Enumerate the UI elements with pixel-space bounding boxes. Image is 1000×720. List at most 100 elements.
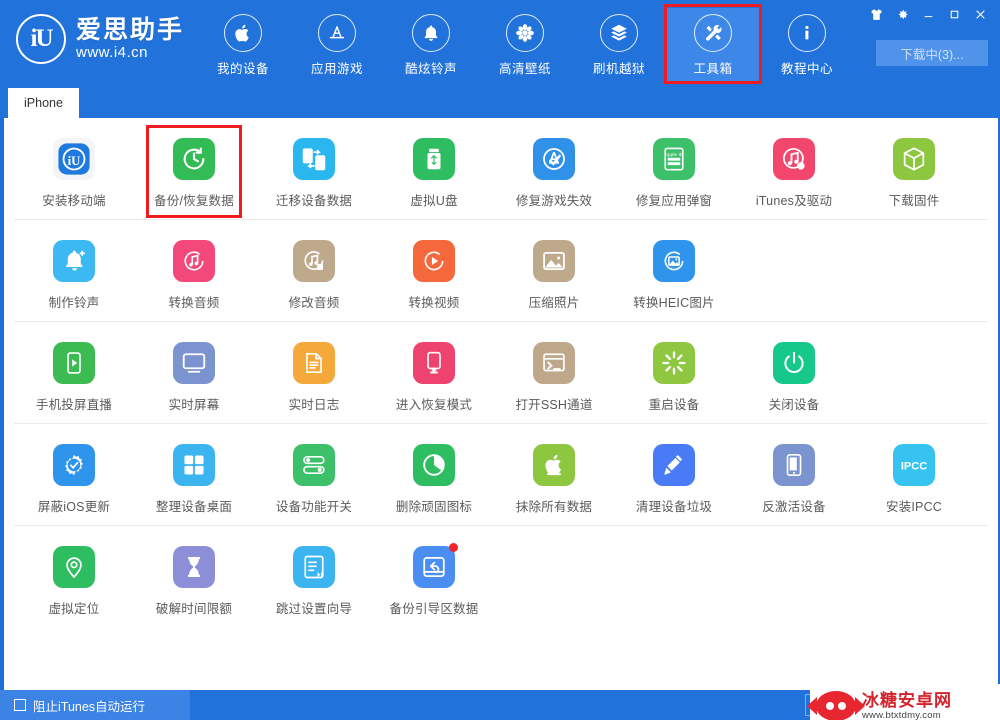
download-status-button[interactable]: 下载中(3)...: [876, 40, 988, 66]
crack-time-limit-icon: [173, 546, 215, 588]
i4-mobile-icon: iU: [53, 138, 95, 180]
ipcc-icon: IPCC: [893, 444, 935, 486]
tool-skip-setup-wizard[interactable]: 跳过设置向导: [254, 542, 374, 617]
nav-item-wallpapers[interactable]: 高清壁纸: [478, 8, 572, 82]
watermark-cn: 冰糖安卓网: [862, 690, 952, 710]
tool-install-ipcc[interactable]: IPCC 安装IPCC: [854, 440, 974, 515]
brand-logo-text: iU: [30, 25, 54, 52]
tool-download-firmware[interactable]: 下载固件: [854, 134, 974, 209]
tool-label: 整理设备桌面: [155, 500, 233, 514]
block-ios-update-icon: [53, 444, 95, 486]
tool-crack-time-limit[interactable]: 破解时间限额: [134, 542, 254, 617]
appleid-popup-icon: Apple ID: [653, 138, 695, 180]
tool-label: 跳过设置向导: [275, 602, 353, 616]
convert-audio-icon: [173, 240, 215, 282]
tool-label: 压缩照片: [528, 296, 580, 310]
nav-item-flash-jailbreak[interactable]: 刷机越狱: [572, 8, 666, 82]
skin-icon[interactable]: [864, 4, 888, 24]
tool-label: 删除顽固图标: [395, 500, 473, 514]
realtime-log-icon: [293, 342, 335, 384]
tool-deactivate-device[interactable]: 反激活设备: [734, 440, 854, 515]
tool-backup-boot-data[interactable]: 备份引导区数据: [374, 542, 494, 617]
nav-item-ringtones[interactable]: 酷炫铃声: [384, 8, 478, 82]
svg-text:IPCC: IPCC: [901, 460, 927, 472]
info-icon: [788, 14, 826, 52]
maximize-icon[interactable]: [942, 4, 966, 24]
tool-realtime-log[interactable]: 实时日志: [254, 338, 374, 413]
tools-icon: [694, 14, 732, 52]
checkbox-box[interactable]: [14, 699, 26, 711]
edit-audio-icon: [293, 240, 335, 282]
nav-item-tutorial-center[interactable]: 教程中心: [760, 8, 854, 82]
clean-junk-icon: [653, 444, 695, 486]
power-off-icon: [773, 342, 815, 384]
tool-virtual-udisk[interactable]: 虚拟U盘: [374, 134, 494, 209]
tool-install-mobile[interactable]: iU 安装移动端: [14, 134, 134, 209]
nav-label: 工具箱: [693, 62, 733, 76]
screen-cast-icon: [53, 342, 95, 384]
fix-game-icon: [533, 138, 575, 180]
tool-label: 修改音频: [288, 296, 340, 310]
toolbox-row: 屏蔽iOS更新 整理设备桌面 设备功能开关 删除顽固图标 抹除所有数据 清理设备…: [14, 424, 988, 526]
nav-item-apps-games[interactable]: 应用游戏: [290, 8, 384, 82]
minimize-icon[interactable]: [916, 4, 940, 24]
reboot-device-icon: [653, 342, 695, 384]
tool-label: 转换音频: [168, 296, 220, 310]
tool-backup-restore[interactable]: 备份/恢复数据: [134, 125, 254, 218]
tool-erase-all-data[interactable]: 抹除所有数据: [494, 440, 614, 515]
tool-convert-heic[interactable]: 转换HEIC图片: [614, 236, 734, 311]
appstore-icon: [318, 14, 356, 52]
tool-fix-game[interactable]: 修复游戏失效: [494, 134, 614, 209]
tool-itunes-driver[interactable]: iTunes及驱动: [734, 134, 854, 209]
tool-clean-junk[interactable]: 清理设备垃圾: [614, 440, 734, 515]
skip-setup-icon: [293, 546, 335, 588]
convert-video-icon: [413, 240, 455, 282]
tool-remove-stubborn-icon[interactable]: 删除顽固图标: [374, 440, 494, 515]
nav-item-toolbox[interactable]: 工具箱: [664, 4, 762, 84]
tool-edit-audio[interactable]: 修改音频: [254, 236, 374, 311]
toolbox-grid: iU 安装移动端 备份/恢复数据 迁移设备数据 虚拟U盘 修复游戏失效 Appl…: [4, 118, 998, 627]
brand-name: 爱思助手: [76, 16, 185, 44]
box-icon: [600, 14, 638, 52]
flower-icon: [506, 14, 544, 52]
tool-power-off[interactable]: 关闭设备: [734, 338, 854, 413]
tool-ssh-tunnel[interactable]: 打开SSH通道: [494, 338, 614, 413]
nav-item-my-device[interactable]: 我的设备: [196, 8, 290, 82]
status-bar: 阻止iTunes自动运行 意见反馈 微信公众号 冰糖安卓网 www.btxtdm…: [0, 684, 1000, 720]
tool-realtime-screen[interactable]: 实时屏幕: [134, 338, 254, 413]
tool-screen-cast[interactable]: 手机投屏直播: [14, 338, 134, 413]
feature-toggle-icon: [293, 444, 335, 486]
tool-reboot-device[interactable]: 重启设备: [614, 338, 734, 413]
tool-convert-audio[interactable]: 转换音频: [134, 236, 254, 311]
settings-gear-icon[interactable]: [890, 4, 914, 24]
tab-iphone[interactable]: iPhone: [8, 88, 79, 118]
tool-block-ios-update[interactable]: 屏蔽iOS更新: [14, 440, 134, 515]
block-itunes-checkbox[interactable]: 阻止iTunes自动运行: [0, 690, 190, 720]
tool-label: 转换视频: [408, 296, 460, 310]
tool-virtual-location[interactable]: 虚拟定位: [14, 542, 134, 617]
tool-feature-toggle[interactable]: 设备功能开关: [254, 440, 374, 515]
candy-logo-icon: [807, 691, 865, 720]
tool-label: 实时屏幕: [168, 398, 220, 412]
tool-label: 设备功能开关: [275, 500, 353, 514]
tool-label: 清理设备垃圾: [635, 500, 713, 514]
make-ringtone-icon: [53, 240, 95, 282]
tool-organize-desktop[interactable]: 整理设备桌面: [134, 440, 254, 515]
tool-label: 安装移动端: [42, 194, 106, 208]
realtime-screen-icon: [173, 342, 215, 384]
close-icon[interactable]: [968, 4, 992, 24]
tool-fix-app-popup[interactable]: Apple ID 修复应用弹窗: [614, 134, 734, 209]
window-controls: [864, 4, 992, 24]
tool-label: 安装IPCC: [885, 500, 943, 514]
site-watermark: 冰糖安卓网 www.btxtdmy.com: [807, 684, 1000, 720]
tool-convert-video[interactable]: 转换视频: [374, 236, 494, 311]
tool-make-ringtone[interactable]: 制作铃声: [14, 236, 134, 311]
svg-text:iU: iU: [68, 154, 81, 168]
i4-logo-icon: iU: [16, 14, 66, 64]
tool-label: 制作铃声: [48, 296, 100, 310]
backup-restore-icon: [173, 138, 215, 180]
tool-compress-photo[interactable]: 压缩照片: [494, 236, 614, 311]
tool-migrate-data[interactable]: 迁移设备数据: [254, 134, 374, 209]
tool-recovery-mode[interactable]: 进入恢复模式: [374, 338, 494, 413]
tool-label: 迁移设备数据: [275, 194, 353, 208]
